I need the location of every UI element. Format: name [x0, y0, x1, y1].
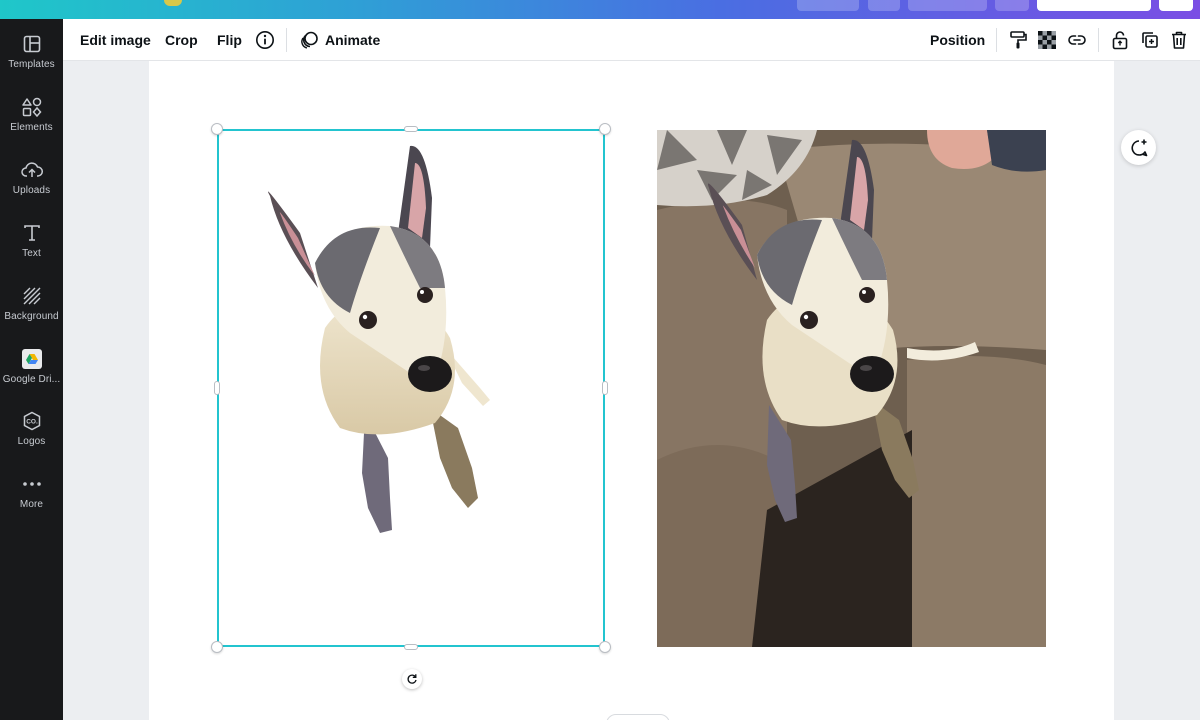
header-button[interactable]	[908, 0, 987, 11]
edit-image-button[interactable]: Edit image	[80, 19, 151, 61]
resize-handle-top[interactable]	[404, 126, 418, 132]
original-dog-photo[interactable]	[657, 130, 1046, 647]
animate-icon[interactable]	[297, 28, 321, 52]
rail-label: More	[19, 499, 44, 510]
rail-item-templates[interactable]: Templates	[0, 29, 63, 85]
rail-label: Elements	[10, 122, 53, 133]
comment-plus-icon	[1130, 139, 1147, 156]
rail-label: Templates	[8, 59, 55, 70]
avatar-dot[interactable]	[164, 0, 182, 6]
rail-label: Logos	[17, 436, 46, 447]
flip-button[interactable]: Flip	[217, 19, 242, 61]
text-icon	[21, 222, 43, 244]
elements-icon	[21, 96, 43, 118]
logos-icon: CO.	[21, 410, 43, 432]
resize-handle-top-right[interactable]	[599, 123, 611, 135]
resize-handle-bottom-left[interactable]	[211, 641, 223, 653]
paint-roller-icon[interactable]	[1006, 28, 1030, 52]
rail-item-text[interactable]: Text	[0, 218, 63, 274]
toolbar-divider	[286, 28, 287, 52]
top-header-bar	[0, 0, 1200, 19]
selection-frame[interactable]	[217, 129, 605, 647]
duplicate-icon[interactable]	[1138, 28, 1162, 52]
rail-item-background[interactable]: Background	[0, 281, 63, 337]
resize-handle-left[interactable]	[214, 381, 220, 395]
resize-handle-bottom-right[interactable]	[599, 641, 611, 653]
google-drive-icon	[21, 348, 43, 370]
rail-label: Uploads	[12, 185, 51, 196]
page-controls-tab[interactable]	[606, 714, 670, 720]
resize-handle-top-left[interactable]	[211, 123, 223, 135]
rail-item-more[interactable]: More	[0, 469, 63, 525]
resize-handle-right[interactable]	[602, 381, 608, 395]
svg-text:CO.: CO.	[26, 419, 38, 426]
rail-label: Background	[4, 311, 59, 322]
header-button[interactable]	[868, 0, 900, 11]
header-button[interactable]	[797, 0, 859, 11]
toolbar-divider	[1098, 28, 1099, 52]
rotate-icon	[407, 674, 417, 684]
side-panel-nav: Templates Elements Uploads Text Backgrou…	[0, 19, 63, 720]
info-icon[interactable]	[253, 28, 277, 52]
add-comment-button[interactable]	[1121, 130, 1156, 165]
rail-label: Google Dri...	[2, 374, 61, 385]
trash-icon[interactable]	[1167, 28, 1191, 52]
crop-button[interactable]: Crop	[165, 19, 198, 61]
transparency-icon[interactable]	[1035, 28, 1059, 52]
rail-item-elements[interactable]: Elements	[0, 92, 63, 148]
header-button[interactable]	[995, 0, 1029, 11]
uploads-icon	[20, 159, 43, 181]
more-icon	[21, 473, 43, 495]
share-button[interactable]	[1037, 0, 1151, 11]
rail-item-google-drive[interactable]: Google Dri...	[0, 344, 63, 400]
lock-icon[interactable]	[1108, 28, 1132, 52]
toolbar-divider	[996, 28, 997, 52]
rotate-handle[interactable]	[402, 669, 422, 689]
resize-handle-bottom[interactable]	[404, 644, 418, 650]
position-button[interactable]: Position	[930, 19, 985, 61]
background-icon	[21, 285, 43, 307]
menu-button[interactable]	[1159, 0, 1193, 11]
context-toolbar: Edit image Crop Flip Animate Position	[63, 19, 1200, 61]
animate-button[interactable]: Animate	[325, 19, 380, 61]
rail-item-logos[interactable]: CO. Logos	[0, 406, 63, 462]
templates-icon	[21, 33, 43, 55]
rail-label: Text	[22, 248, 41, 259]
link-icon[interactable]	[1065, 28, 1089, 52]
rail-item-uploads[interactable]: Uploads	[0, 155, 63, 211]
